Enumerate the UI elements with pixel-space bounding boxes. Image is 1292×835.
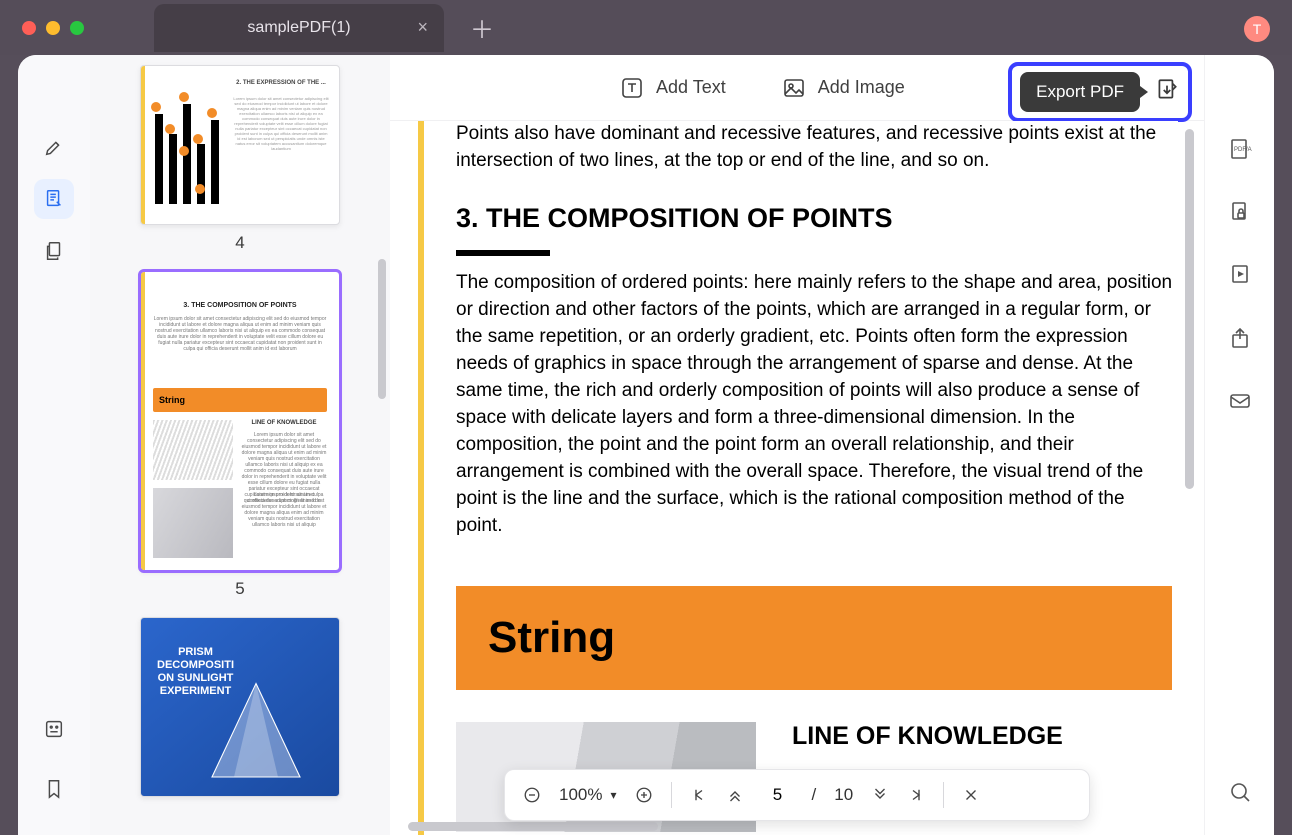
viewer-vertical-scrollbar[interactable]	[1185, 129, 1194, 489]
thumbnail-page-5[interactable]: 3. THE COMPOSITION OF POINTS Lorem ipsum…	[140, 271, 340, 571]
doc-heading: 3. THE COMPOSITION OF POINTS	[456, 203, 1178, 234]
text-icon	[620, 76, 644, 100]
separator	[671, 782, 672, 808]
zoom-out-button[interactable]	[523, 786, 541, 804]
pdfa-tool[interactable]: PDF/A	[1228, 137, 1252, 166]
pages-icon	[43, 240, 65, 262]
document-toolbar: Add Text Add Image Export PDF	[390, 55, 1204, 121]
export-pdf-button[interactable]	[1154, 77, 1180, 108]
lok-heading: LINE OF KNOWLEDGE	[792, 722, 1063, 751]
string-banner: String	[456, 586, 1172, 690]
minimize-window-button[interactable]	[46, 21, 60, 35]
titlebar: samplePDF(1) × ＋ T	[0, 0, 1292, 55]
share-icon	[1228, 326, 1252, 350]
plus-icon	[635, 786, 653, 804]
first-page-button[interactable]	[690, 786, 708, 804]
tab-title: samplePDF(1)	[247, 19, 350, 37]
chevron-down-double-icon	[871, 786, 889, 804]
close-window-button[interactable]	[22, 21, 36, 35]
pdfa-icon: PDF/A	[1228, 137, 1252, 161]
heading-underline	[456, 250, 550, 256]
zoom-in-button[interactable]	[635, 786, 653, 804]
thumbnail-item[interactable]: PRISM DECOMPOSITI ON SUNLIGHT EXPERIMENT	[130, 617, 350, 797]
doc-intro-paragraph: Points also have dominant and recessive …	[456, 121, 1176, 175]
minus-icon	[523, 786, 541, 804]
page-separator: /	[812, 785, 817, 805]
mail-icon	[1228, 389, 1252, 413]
document-viewer[interactable]: Points also have dominant and recessive …	[390, 121, 1204, 835]
document-page: Points also have dominant and recessive …	[418, 121, 1178, 835]
left-tool-rail	[18, 55, 90, 835]
add-image-button[interactable]: Add Image	[782, 76, 905, 100]
right-tool-rail: PDF/A	[1204, 55, 1274, 835]
form-tool[interactable]	[34, 709, 74, 749]
thumbnail-number: 5	[130, 579, 350, 599]
window-controls	[22, 21, 84, 35]
edit-page-icon	[43, 188, 65, 210]
form-icon	[43, 718, 65, 740]
last-page-button[interactable]	[907, 786, 925, 804]
share-tool[interactable]	[1228, 326, 1252, 355]
page-number-input[interactable]	[762, 785, 794, 805]
avatar-initial: T	[1253, 21, 1262, 37]
lock-page-icon	[1228, 200, 1252, 224]
export-icon	[1154, 77, 1180, 103]
user-avatar[interactable]: T	[1244, 16, 1270, 42]
new-tab-button[interactable]: ＋	[470, 10, 494, 45]
chevron-first-icon	[690, 786, 708, 804]
zoom-page-toolbar: 100% ▾ / 10	[504, 769, 1090, 821]
prism-illustration	[201, 673, 311, 793]
pages-tool[interactable]	[34, 231, 74, 271]
maximize-window-button[interactable]	[70, 21, 84, 35]
search-tool[interactable]	[1228, 780, 1252, 809]
thumbnail-item[interactable]: 2. THE EXPRESSION OF THE ... Lorem ipsum…	[130, 65, 350, 253]
app-window: 2. THE EXPRESSION OF THE ... Lorem ipsum…	[18, 55, 1274, 835]
thumbnail-page-4[interactable]: 2. THE EXPRESSION OF THE ... Lorem ipsum…	[140, 65, 340, 225]
highlighter-tool[interactable]	[34, 127, 74, 167]
chevron-last-icon	[907, 786, 925, 804]
thumb6-line1: PRISM	[178, 646, 213, 658]
document-tab[interactable]: samplePDF(1) ×	[154, 4, 444, 52]
edit-page-tool[interactable]	[34, 179, 74, 219]
close-icon	[962, 786, 980, 804]
bookmark-tool[interactable]	[34, 769, 74, 809]
protect-tool[interactable]	[1228, 200, 1252, 229]
thumbnail-scrollbar[interactable]	[378, 259, 386, 399]
bookmark-icon	[43, 778, 65, 800]
thumbnail-item[interactable]: 3. THE COMPOSITION OF POINTS Lorem ipsum…	[130, 271, 350, 599]
prev-page-button[interactable]	[726, 786, 744, 804]
play-page-icon	[1228, 263, 1252, 287]
close-toolbar-button[interactable]	[962, 786, 980, 804]
slideshow-tool[interactable]	[1228, 263, 1252, 292]
doc-body-paragraph: The composition of ordered points: here …	[456, 270, 1176, 540]
mail-tool[interactable]	[1228, 389, 1252, 418]
thumb-heading: 3. THE COMPOSITION OF POINTS	[153, 302, 327, 309]
close-tab-button[interactable]: ×	[417, 17, 428, 38]
zoom-level-dropdown[interactable]: 100% ▾	[559, 785, 617, 805]
image-icon	[782, 76, 806, 100]
add-text-label: Add Text	[656, 77, 726, 98]
viewer-horizontal-scrollbar[interactable]	[408, 822, 658, 831]
add-text-button[interactable]: Add Text	[620, 76, 726, 100]
separator	[943, 782, 944, 808]
search-icon	[1228, 780, 1252, 804]
add-image-label: Add Image	[818, 77, 905, 98]
page-total: 10	[834, 785, 853, 805]
document-pane: Add Text Add Image Export PDF Points als…	[390, 55, 1204, 835]
thumb-banner: String	[153, 388, 327, 412]
next-page-button[interactable]	[871, 786, 889, 804]
caret-down-icon: ▾	[610, 788, 616, 802]
thumbnail-panel[interactable]: 2. THE EXPRESSION OF THE ... Lorem ipsum…	[90, 55, 390, 835]
export-highlight: Export PDF	[1008, 62, 1192, 122]
highlighter-icon	[43, 136, 65, 158]
export-pdf-tooltip: Export PDF	[1020, 72, 1140, 112]
export-pdf-label: Export PDF	[1036, 82, 1124, 101]
svg-text:PDF/A: PDF/A	[1234, 147, 1252, 153]
zoom-level-text: 100%	[559, 785, 602, 805]
chevron-up-double-icon	[726, 786, 744, 804]
thumbnail-page-6[interactable]: PRISM DECOMPOSITI ON SUNLIGHT EXPERIMENT	[140, 617, 340, 797]
thumb6-line2: DECOMPOSITI	[157, 659, 234, 671]
thumbnail-number: 4	[130, 233, 350, 253]
banner-text: String	[488, 613, 615, 663]
